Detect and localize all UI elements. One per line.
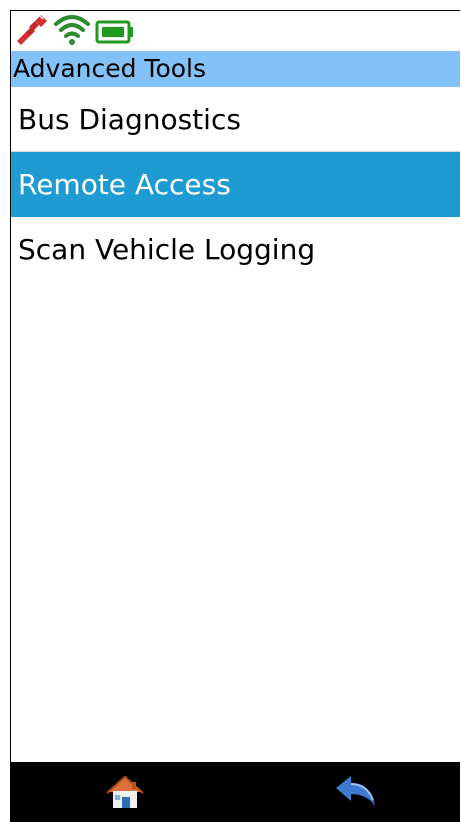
page-title: Advanced Tools: [13, 54, 207, 83]
title-bar: Advanced Tools: [11, 51, 460, 87]
bottom-nav-bar: [11, 762, 460, 822]
menu-item-bus-diagnostics[interactable]: Bus Diagnostics: [11, 87, 460, 152]
device-frame: Advanced Tools Bus Diagnostics Remote Ac…: [0, 0, 461, 822]
menu-item-label: Remote Access: [18, 168, 231, 201]
menu-item-remote-access[interactable]: Remote Access: [11, 152, 460, 217]
wifi-icon: [53, 13, 91, 51]
back-button[interactable]: [333, 772, 377, 812]
battery-icon: [95, 13, 135, 51]
status-bar: [11, 11, 460, 51]
menu-list: Bus Diagnostics Remote Access Scan Vehic…: [11, 87, 460, 282]
menu-item-scan-vehicle-logging[interactable]: Scan Vehicle Logging: [11, 217, 460, 282]
menu-item-label: Bus Diagnostics: [18, 103, 241, 136]
disconnected-plug-icon: [13, 13, 49, 51]
home-icon: [103, 775, 147, 816]
menu-item-label: Scan Vehicle Logging: [18, 233, 316, 266]
home-button[interactable]: [103, 772, 147, 812]
back-arrow-icon: [333, 776, 379, 816]
screen: Advanced Tools Bus Diagnostics Remote Ac…: [10, 10, 460, 822]
